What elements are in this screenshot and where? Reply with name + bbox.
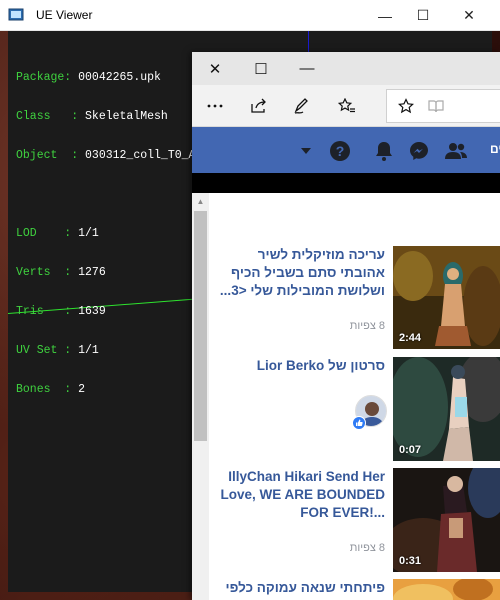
video-list-item[interactable]: 0:07 סרטון של Lior Berko <box>209 357 500 462</box>
browser-close-button[interactable]: ✕ <box>192 52 238 85</box>
video-thumbnail[interactable] <box>393 579 500 600</box>
video-title[interactable]: סרטון של Lior Berko <box>217 357 385 375</box>
video-thumbnail-image <box>393 579 500 600</box>
ue-stat-bones: Bones : 2 <box>16 383 86 396</box>
ue-axis-line <box>308 31 309 53</box>
more-icon[interactable] <box>200 92 230 120</box>
video-duration: 0:07 <box>399 444 422 456</box>
notifications-icon[interactable] <box>373 140 395 162</box>
ue-stat-tris: Tris : 1639 <box>16 305 106 318</box>
browser-maximize-button[interactable]: ☐ <box>238 52 284 85</box>
video-thumbnail[interactable]: 0:07 <box>393 357 500 461</box>
favorites-list-icon[interactable] <box>332 92 362 120</box>
pen-icon[interactable] <box>286 92 316 120</box>
ue-viewer-title: UE Viewer <box>36 8 93 22</box>
scrollbar-thumb[interactable] <box>194 211 207 441</box>
ue-info-object: Object : 030312_coll_T0_A <box>16 149 196 162</box>
facebook-top-bar: ? ים <box>192 127 500 173</box>
ue-info-package: Package: 00042265.upk <box>16 71 161 84</box>
ue-viewer-app-icon <box>8 7 24 23</box>
video-list-item[interactable]: 2:44 עריכה מוזיקלית לשיר אהובתי סתם בשבי… <box>209 246 500 351</box>
messenger-icon[interactable] <box>408 140 430 162</box>
video-title[interactable]: IllyChan Hikari Send Her Love, WE ARE BO… <box>217 468 385 522</box>
video-title[interactable]: עריכה מוזיקלית לשיר אהובתי סתם בשביל הכי… <box>217 246 385 300</box>
browser-window: ✕ ☐ — ? ם ▲ 2:44 עריכה מוזיקלית לשיר אהו… <box>192 52 500 600</box>
svg-text:?: ? <box>336 143 345 159</box>
help-icon[interactable]: ? <box>329 140 351 162</box>
video-thumbnail[interactable]: 0:31 <box>393 468 500 572</box>
scroll-up-arrow-icon[interactable]: ▲ <box>192 193 209 210</box>
facebook-video-list: ▲ 2:44 עריכה מוזיקלית לשיר אהובתי סתם בש… <box>192 193 500 600</box>
video-title[interactable]: פיתחתי שנאה עמוקה כלפי <box>217 579 385 597</box>
browser-toolbar <box>192 85 500 127</box>
video-duration: 0:31 <box>399 555 422 567</box>
ue-close-button[interactable]: ✕ <box>446 0 492 31</box>
browser-minimize-button[interactable]: — <box>284 52 330 85</box>
like-badge-icon <box>352 416 366 430</box>
ue-info-overlay: Package: 00042265.upk Class : SkeletalMe… <box>16 45 195 448</box>
friends-icon[interactable] <box>445 140 467 162</box>
scrollbar[interactable]: ▲ <box>192 193 209 600</box>
browser-titlebar[interactable]: ✕ ☐ — <box>192 52 500 85</box>
video-duration: 2:44 <box>399 332 422 344</box>
ue-stat-verts: Verts : 1276 <box>16 266 106 279</box>
video-views: 8 צפיות <box>349 320 385 332</box>
video-player-strip <box>192 173 500 193</box>
ue-stat-uvset: UV Set : 1/1 <box>16 344 99 357</box>
ue-stat-lod: LOD : 1/1 <box>16 227 99 240</box>
facebook-home-label[interactable]: ים <box>490 142 500 156</box>
ue-maximize-button[interactable]: ☐ <box>400 0 446 31</box>
star-icon[interactable] <box>391 92 421 120</box>
video-list-item[interactable]: 0:31 IllyChan Hikari Send Her Love, WE A… <box>209 468 500 573</box>
video-thumbnail[interactable]: 2:44 <box>393 246 500 349</box>
ue-viewer-titlebar[interactable]: UE Viewer — ☐ ✕ <box>0 0 500 31</box>
dropdown-arrow-icon[interactable] <box>295 140 317 162</box>
video-list-item[interactable]: פיתחתי שנאה עמוקה כלפי <box>209 579 500 600</box>
ue-info-class: Class : SkeletalMesh <box>16 110 168 123</box>
video-views: 8 צפיות <box>349 542 385 554</box>
reading-view-icon[interactable] <box>421 92 451 120</box>
address-bar[interactable] <box>386 89 500 123</box>
share-icon[interactable] <box>244 92 274 120</box>
